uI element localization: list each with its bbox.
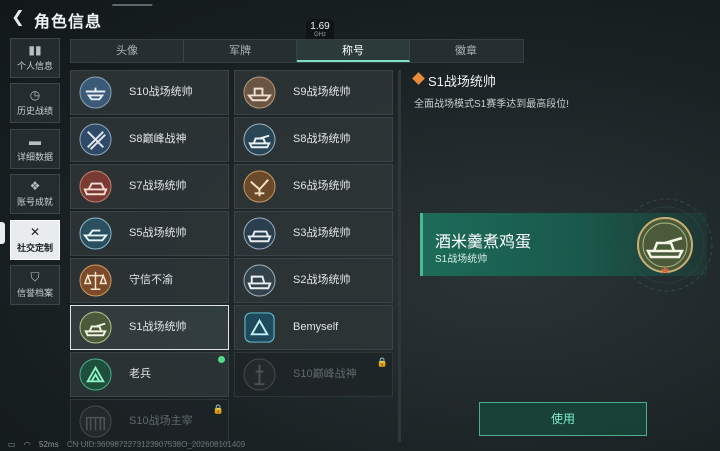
title-decoration — [107, 4, 153, 14]
clock-icon: ◷ — [29, 88, 41, 102]
folder-icon: ▬ — [29, 134, 41, 148]
title-name: 守信不渝 — [129, 274, 173, 286]
emblem-scales-icon — [79, 264, 112, 297]
title-card-locked[interactable]: S10战场主宰 🔒 — [70, 399, 229, 444]
emblem-colosseum-icon — [79, 405, 112, 438]
emblem-tank-icon — [637, 217, 693, 274]
emblem-crossed-rifles-icon — [79, 123, 112, 156]
title-card[interactable]: S7战场统帅 — [70, 164, 229, 209]
emblem-vehicle-icon — [79, 170, 112, 203]
use-button[interactable]: 使用 — [479, 402, 647, 436]
title-name: S10战场主宰 — [129, 415, 193, 427]
title-name: S8战场统帅 — [293, 133, 351, 145]
sidebar-item-details[interactable]: ▬ 详细数据 — [10, 129, 60, 169]
wifi-icon: ◠ — [23, 440, 31, 449]
detail-description: 全面战场模式S1赛季达到最高段位! — [414, 99, 570, 110]
sidebar-item-label: 详细数据 — [16, 152, 53, 162]
title-card[interactable]: S3战场统帅 — [234, 211, 393, 256]
emblem-ship-icon — [243, 76, 276, 109]
sidebar-item-label: 账号成就 — [16, 197, 53, 207]
emblem-veteran-icon — [79, 358, 112, 391]
title-card-selected[interactable]: S1战场统帅 — [70, 305, 229, 350]
battery-icon: ▭ — [8, 440, 16, 449]
title-name: Bemyself — [293, 321, 339, 333]
sidebar-item-achievements[interactable]: ❖ 账号成就 — [10, 174, 60, 214]
frequency-value: 1.69 — [310, 21, 330, 32]
title-name: 老兵 — [129, 368, 151, 380]
tools-icon: ✕ — [29, 225, 41, 239]
page-title: 角色信息 — [34, 14, 103, 31]
title-card[interactable]: S8战场统帅 — [234, 117, 393, 162]
frequency-unit: GHz — [314, 32, 326, 38]
title-card[interactable]: S10战场统帅 — [70, 70, 229, 115]
title-name: S10巅峰战神 — [293, 368, 357, 380]
sidebar-item-label: 信誉档案 — [16, 288, 53, 298]
ping-value: 52ms — [39, 440, 59, 449]
preview-title: S1战场统帅 — [435, 254, 488, 265]
title-card[interactable]: S8巅峰战神 — [70, 117, 229, 162]
title-name: S2战场统帅 — [293, 274, 351, 286]
title-card-locked[interactable]: S10巅峰战神 🔒 — [234, 352, 393, 397]
title-card[interactable]: S5战场统帅 — [70, 211, 229, 256]
title-name: S7战场统帅 — [129, 180, 187, 192]
emblem-tank-icon — [243, 123, 276, 156]
title-name: S10战场统帅 — [129, 86, 193, 98]
shield-icon: ⛉ — [30, 270, 40, 284]
back-icon[interactable]: ❮ — [8, 8, 28, 28]
new-indicator-dot — [218, 356, 225, 363]
title-name: S8巅峰战神 — [129, 133, 187, 145]
title-card[interactable]: 守信不渝 — [70, 258, 229, 303]
title-card[interactable]: 老兵 — [70, 352, 229, 397]
title-name: S3战场统帅 — [293, 227, 351, 239]
top-bar: ❮ 角色信息 — [0, 0, 720, 36]
grid-scrollbar[interactable] — [398, 70, 401, 442]
emblem-custom-icon — [244, 312, 275, 343]
tab-bar: 头像 军牌 称号 徽章 — [70, 39, 524, 63]
title-name: S1战场统帅 — [129, 321, 187, 333]
sidebar-item-profile[interactable]: ▮▮ 个人信息 — [10, 38, 60, 78]
emblem-truck-icon — [243, 264, 276, 297]
emblem-tank-icon — [79, 311, 112, 344]
title-name: S6战场统帅 — [293, 180, 351, 192]
tab-dog-tag[interactable]: 军牌 — [184, 40, 297, 62]
active-marker — [0, 222, 5, 244]
emblem-tower-icon — [243, 358, 276, 391]
lock-icon: 🔒 — [376, 357, 388, 367]
tab-badge[interactable]: 徽章 — [410, 40, 522, 62]
player-name: 酒米羹煮鸡蛋 — [435, 234, 532, 251]
title-card[interactable]: S9战场统帅 — [234, 70, 393, 115]
user-id: CN UID:3609872273123907538O_202608101409 — [66, 440, 246, 449]
sidebar: ▮▮ 个人信息 ◷ 历史战绩 ▬ 详细数据 ❖ 账号成就 ✕ 社交定制 ⛉ 信誉… — [0, 36, 62, 446]
sidebar-item-label: 历史战绩 — [16, 106, 53, 116]
emblem-boat-icon — [79, 217, 112, 250]
medal-icon: ❖ — [29, 179, 41, 193]
tab-avatar[interactable]: 头像 — [71, 40, 184, 62]
title-card[interactable]: Bemyself — [234, 305, 393, 350]
lock-icon: 🔒 — [212, 404, 224, 414]
tab-title[interactable]: 称号 — [297, 40, 410, 62]
status-bar: ▭ ◠ 52ms CN UID:3609872273123907538O_202… — [8, 440, 251, 449]
title-card[interactable]: S2战场统帅 — [234, 258, 393, 303]
sidebar-item-reputation[interactable]: ⛉ 信誉档案 — [10, 265, 60, 305]
emblem-helicopter-icon — [79, 76, 112, 109]
detail-title: S1战场统帅 — [428, 74, 496, 89]
title-name: S9战场统帅 — [293, 86, 351, 98]
title-grid: S10战场统帅 S9战场统帅 S8巅峰战神 S8战场统帅 S7战场统帅 S6战场… — [70, 70, 400, 444]
sidebar-item-social[interactable]: ✕ 社交定制 — [10, 220, 60, 260]
diamond-icon — [412, 72, 425, 85]
title-card[interactable]: S6战场统帅 — [234, 164, 393, 209]
bar-chart-icon: ▮▮ — [28, 43, 42, 57]
sidebar-item-label: 社交定制 — [16, 243, 53, 253]
title-name: S5战场统帅 — [129, 227, 187, 239]
emblem-armored-car-icon — [243, 217, 276, 250]
sidebar-item-history[interactable]: ◷ 历史战绩 — [10, 83, 60, 123]
emblem-eagle-icon — [243, 170, 276, 203]
sidebar-item-label: 个人信息 — [16, 61, 53, 71]
